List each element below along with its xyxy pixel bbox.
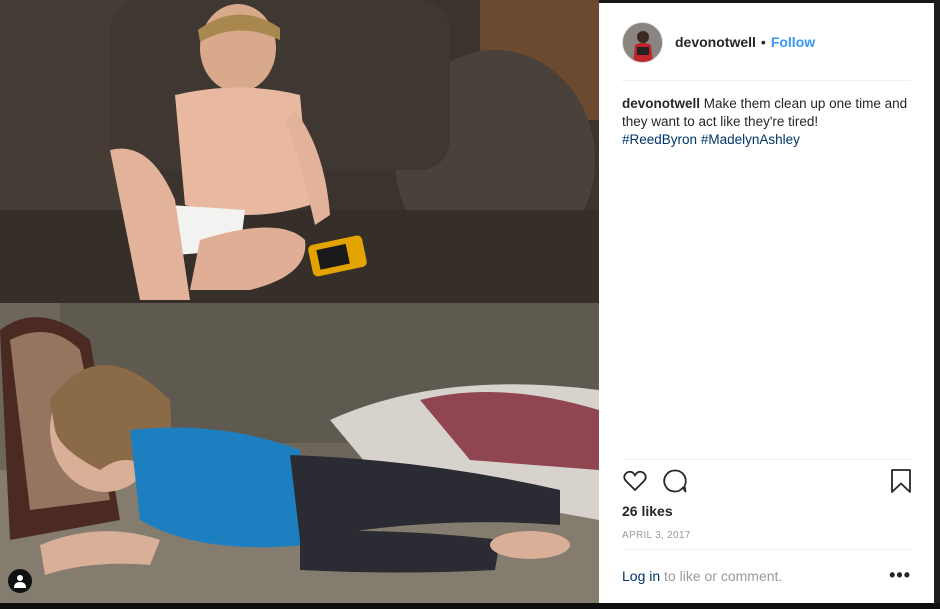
user-tag-icon[interactable]	[8, 569, 32, 593]
avatar-image	[623, 22, 662, 62]
more-options-button[interactable]: •••	[889, 565, 911, 586]
footer-divider	[622, 549, 911, 550]
heart-icon[interactable]	[622, 468, 648, 494]
header-username[interactable]: devonotwell	[675, 34, 756, 50]
background-strip	[934, 0, 940, 609]
post-photo[interactable]	[0, 0, 599, 603]
comment-icon[interactable]	[662, 468, 688, 494]
follow-button[interactable]: Follow	[771, 34, 815, 50]
header-separator: •	[760, 34, 766, 50]
post-details-panel: devonotwell • Follow devonotwell Make th…	[599, 3, 934, 603]
login-link[interactable]: Log in	[622, 568, 660, 584]
post-lightbox: devonotwell • Follow devonotwell Make th…	[0, 0, 940, 609]
post-header: devonotwell • Follow	[599, 3, 934, 81]
bookmark-icon[interactable]	[890, 468, 912, 494]
hashtag-link[interactable]: #ReedByron	[622, 132, 697, 147]
hashtag-link[interactable]: #MadelynAshley	[701, 132, 800, 147]
post-date[interactable]: APRIL 3, 2017	[622, 530, 691, 541]
post-caption: devonotwell Make them clean up one time …	[622, 95, 912, 149]
header-divider	[622, 80, 911, 81]
person-icon	[14, 575, 26, 588]
login-suffix-text: to like or comment.	[660, 568, 783, 584]
like-count[interactable]: 26 likes	[622, 503, 673, 519]
login-prompt: Log in to like or comment.	[622, 568, 912, 584]
avatar[interactable]	[622, 21, 663, 63]
action-bar	[622, 468, 912, 498]
background-bottom-strip	[0, 603, 940, 609]
caption-username[interactable]: devonotwell	[622, 96, 700, 111]
actions-divider	[622, 459, 911, 460]
photo-illustration	[0, 0, 599, 603]
